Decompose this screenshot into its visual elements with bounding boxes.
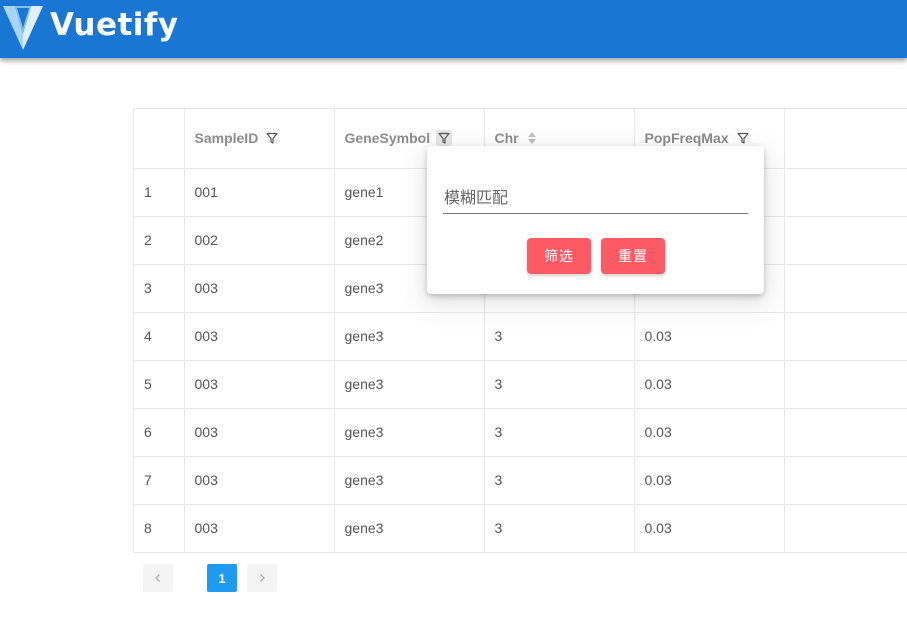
- cell-sampleid: 003: [184, 456, 335, 505]
- table-row[interactable]: 8 003 gene3 3 0.03: [134, 504, 907, 552]
- cell-genesymbol: gene3: [334, 504, 485, 552]
- cell-index: 2: [134, 216, 185, 265]
- cell-sampleid: 003: [184, 264, 335, 313]
- cell-index: 5: [134, 360, 185, 409]
- cell-index: 3: [134, 264, 185, 313]
- cell-genesymbol: gene3: [334, 408, 485, 457]
- chevron-left-icon: [155, 574, 160, 582]
- cell-index: 6: [134, 408, 185, 457]
- cell-popfreqmax: 0.03: [634, 408, 785, 457]
- cell-empty: [784, 408, 907, 457]
- filter-icon[interactable]: [264, 130, 280, 146]
- filter-icon[interactable]: [436, 130, 453, 147]
- cell-index: 8: [134, 504, 185, 552]
- header-index: [134, 109, 185, 169]
- filter-icon[interactable]: [735, 130, 751, 146]
- header-empty: [784, 109, 907, 169]
- cell-index: 7: [134, 456, 185, 505]
- cell-empty: [784, 264, 907, 313]
- cell-empty: [784, 456, 907, 505]
- cell-empty: [784, 504, 907, 552]
- cell-sampleid: 003: [184, 312, 335, 361]
- fuzzy-match-input[interactable]: [443, 182, 748, 214]
- vuetify-logo-icon[interactable]: [2, 4, 44, 50]
- cell-sampleid: 003: [184, 504, 335, 552]
- cell-index: 4: [134, 312, 185, 361]
- cell-popfreqmax: 0.03: [634, 312, 785, 361]
- cell-popfreqmax: 0.03: [634, 504, 785, 552]
- cell-index: 1: [134, 168, 185, 217]
- filter-button[interactable]: 筛选: [527, 238, 591, 274]
- cell-genesymbol: gene3: [334, 456, 485, 505]
- cell-popfreqmax: 0.03: [634, 456, 785, 505]
- cell-chr: 3: [484, 456, 635, 505]
- table-row[interactable]: 6 003 gene3 3 0.03: [134, 408, 907, 457]
- table-row[interactable]: 5 003 gene3 3 0.03: [134, 360, 907, 409]
- brand-title[interactable]: Vuetify: [50, 7, 179, 43]
- chevron-right-icon: [260, 574, 265, 582]
- header-sampleid: SampleID: [184, 109, 335, 169]
- cell-genesymbol: gene3: [334, 360, 485, 409]
- cell-empty: [784, 312, 907, 361]
- cell-sampleid: 003: [184, 360, 335, 409]
- cell-chr: 3: [484, 504, 635, 552]
- header-label: GeneSymbol: [344, 130, 431, 147]
- cell-chr: 3: [484, 408, 635, 457]
- table-row[interactable]: 7 003 gene3 3 0.03: [134, 456, 907, 505]
- cell-chr: 3: [484, 360, 635, 409]
- cell-popfreqmax: 0.03: [634, 360, 785, 409]
- header-label: SampleID: [194, 130, 259, 147]
- header-label: Chr: [494, 130, 519, 147]
- header-label: PopFreqMax: [644, 130, 729, 147]
- next-page-button[interactable]: [247, 564, 277, 592]
- cell-empty: [784, 216, 907, 265]
- cell-chr: 3: [484, 312, 635, 361]
- cell-empty: [784, 360, 907, 409]
- cell-sampleid: 002: [184, 216, 335, 265]
- prev-page-button[interactable]: [143, 564, 173, 592]
- cell-sampleid: 003: [184, 408, 335, 457]
- sort-icon[interactable]: [525, 130, 539, 146]
- app-bar: Vuetify: [0, 0, 907, 58]
- filter-popover: 筛选 重置: [427, 146, 764, 294]
- cell-genesymbol: gene3: [334, 312, 485, 361]
- table-row[interactable]: 4 003 gene3 3 0.03: [134, 312, 907, 361]
- page-button-current[interactable]: 1: [207, 564, 237, 592]
- cell-empty: [784, 168, 907, 217]
- cell-sampleid: 001: [184, 168, 335, 217]
- reset-button[interactable]: 重置: [601, 238, 665, 274]
